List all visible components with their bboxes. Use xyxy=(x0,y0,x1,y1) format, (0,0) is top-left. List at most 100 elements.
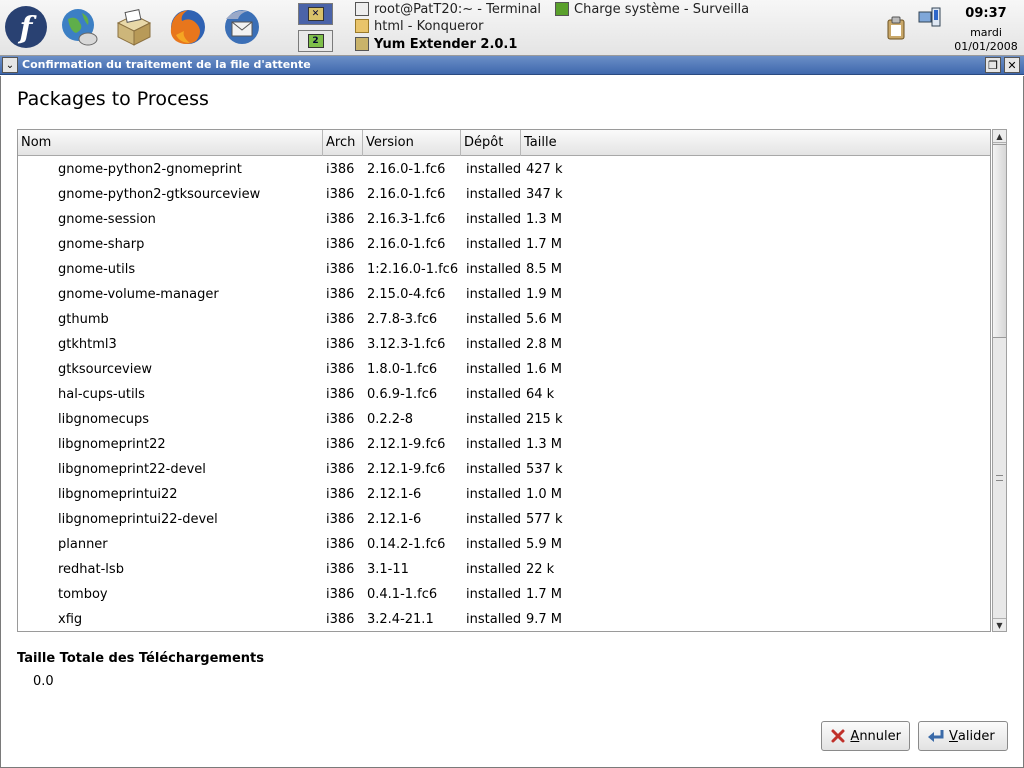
column-header-name[interactable]: Nom xyxy=(18,130,323,156)
taskbar-yumex[interactable]: Yum Extender 2.0.1 xyxy=(355,35,605,53)
table-row[interactable]: gnome-utils i386 1:2.16.0-1.fc6 installed 8.… xyxy=(18,257,990,282)
package-size-cell: 1.6 M xyxy=(526,362,563,377)
package-name-cell: libgnomeprintui22-devel xyxy=(58,512,218,527)
window-titlebar[interactable]: ⌄ Confirmation du traitement de la file … xyxy=(0,56,1024,75)
package-name-cell: gthumb xyxy=(58,312,109,327)
pager-workspace-1[interactable]: ✕ xyxy=(298,3,333,25)
package-name-cell: libgnomeprint22-devel xyxy=(58,462,206,477)
table-row[interactable]: gnome-python2-gtksourceview i386 2.16.0-1.… xyxy=(18,182,990,207)
package-size-cell: 9.7 M xyxy=(526,612,563,627)
package-version-cell: 0.6.9-1.fc6 xyxy=(367,387,438,402)
table-row[interactable]: gnome-volume-manager i386 2.15.0-4.fc6 inst… xyxy=(18,282,990,307)
package-name-cell: redhat-lsb xyxy=(58,562,124,577)
list-scrollbar[interactable]: ▲ ▼ xyxy=(992,129,1007,632)
package-arch-cell: i386 xyxy=(326,437,355,452)
globe-icon[interactable] xyxy=(56,3,104,51)
scroll-down-icon[interactable]: ▼ xyxy=(993,618,1006,631)
table-row[interactable]: xfig i386 3.2.4-21.1 installed 9.7 M xyxy=(18,607,990,631)
package-version-cell: 2.7.8-3.fc6 xyxy=(367,312,438,327)
ok-button[interactable]: Valider xyxy=(918,721,1008,751)
package-arch-cell: i386 xyxy=(326,187,355,202)
taskbar-system-monitor[interactable]: Charge système - Surveilla xyxy=(555,0,750,18)
package-version-cell: 2.12.1-6 xyxy=(367,512,422,527)
cancel-button[interactable]: Annuler xyxy=(821,721,910,751)
yumex-icon xyxy=(355,37,369,51)
package-size-cell: 2.8 M xyxy=(526,337,563,352)
package-name-cell: gnome-python2-gnomeprint xyxy=(58,162,242,177)
table-row[interactable]: libgnomeprintui22-devel i386 2.12.1-6 insta… xyxy=(18,507,990,532)
scrollbar-thumb[interactable] xyxy=(993,144,1006,338)
total-download-label: Taille Totale des Téléchargements xyxy=(17,651,264,666)
table-row[interactable]: libgnomeprintui22 i386 2.12.1-6 installed 1.… xyxy=(18,482,990,507)
table-row[interactable]: gnome-session i386 2.16.3-1.fc6 installed 1.… xyxy=(18,207,990,232)
package-arch-cell: i386 xyxy=(326,237,355,252)
taskbar-yumex-label: Yum Extender 2.0.1 xyxy=(374,36,518,52)
package-version-cell: 3.1-11 xyxy=(367,562,409,577)
ok-mnemonic: V xyxy=(949,728,958,744)
folder-icon xyxy=(355,19,369,33)
column-header-version[interactable]: Version xyxy=(363,130,461,156)
firefox-icon[interactable] xyxy=(164,3,212,51)
package-icon[interactable] xyxy=(110,3,158,51)
table-row[interactable]: gtksourceview i386 1.8.0-1.fc6 installed 1.6… xyxy=(18,357,990,382)
clock-day: mardi xyxy=(970,26,1002,39)
package-arch-cell: i386 xyxy=(326,512,355,527)
package-size-cell: 22 k xyxy=(526,562,555,577)
package-arch-cell: i386 xyxy=(326,362,355,377)
package-arch-cell: i386 xyxy=(326,387,355,402)
package-version-cell: 0.4.1-1.fc6 xyxy=(367,587,438,602)
column-header-repo[interactable]: Dépôt xyxy=(461,130,521,156)
package-repo-cell: installed xyxy=(466,387,522,402)
table-row[interactable]: libgnomecups i386 0.2.2-8 installed 215 k xyxy=(18,407,990,432)
package-arch-cell: i386 xyxy=(326,587,355,602)
table-row[interactable]: tomboy i386 0.4.1-1.fc6 installed 1.7 M xyxy=(18,582,990,607)
taskbar-konqueror[interactable]: html - Konqueror xyxy=(355,17,545,35)
table-row[interactable]: gnome-sharp i386 2.16.0-1.fc6 installed 1.7 … xyxy=(18,232,990,257)
scroll-up-icon[interactable]: ▲ xyxy=(993,130,1006,143)
column-header-size[interactable]: Taille xyxy=(521,130,990,156)
table-row[interactable]: gnome-python2-gnomeprint i386 2.16.0-1.fc6… xyxy=(18,157,990,182)
package-repo-cell: installed xyxy=(466,162,522,177)
package-arch-cell: i386 xyxy=(326,337,355,352)
package-name-cell: gnome-sharp xyxy=(58,237,145,252)
column-header-arch[interactable]: Arch xyxy=(323,130,363,156)
close-button[interactable]: ✕ xyxy=(1004,57,1020,73)
table-row[interactable]: libgnomeprint22-devel i386 2.12.1-9.fc6 ins… xyxy=(18,457,990,482)
table-row[interactable]: gtkhtml3 i386 3.12.3-1.fc6 installed 2.8 M xyxy=(18,332,990,357)
clock-time[interactable]: 09:37 xyxy=(948,6,1024,21)
table-row[interactable]: gthumb i386 2.7.8-3.fc6 installed 5.6 M xyxy=(18,307,990,332)
package-repo-cell: installed xyxy=(466,362,522,377)
table-row[interactable]: planner i386 0.14.2-1.fc6 installed 5.9 M xyxy=(18,532,990,557)
network-icon[interactable] xyxy=(918,6,942,28)
page-title: Packages to Process xyxy=(17,88,209,110)
fedora-icon[interactable]: f xyxy=(2,3,50,51)
package-repo-cell: installed xyxy=(466,212,522,227)
total-download-value: 0.0 xyxy=(33,674,54,689)
table-row[interactable]: libgnomeprint22 i386 2.12.1-9.fc6 installed… xyxy=(18,432,990,457)
package-name-cell: gnome-volume-manager xyxy=(58,287,219,302)
package-list[interactable]: Nom Arch Version Dépôt Taille gnome-pyth… xyxy=(17,129,991,632)
terminal-icon xyxy=(355,2,369,16)
package-name-cell: gnome-python2-gtksourceview xyxy=(58,187,261,202)
window-title: Confirmation du traitement de la file d'… xyxy=(22,58,311,71)
package-arch-cell: i386 xyxy=(326,462,355,477)
package-repo-cell: installed xyxy=(466,512,522,527)
package-name-cell: libgnomeprint22 xyxy=(58,437,166,452)
package-repo-cell: installed xyxy=(466,562,522,577)
restore-button[interactable]: ❐ xyxy=(985,57,1001,73)
package-arch-cell: i386 xyxy=(326,162,355,177)
package-size-cell: 1.0 M xyxy=(526,487,563,502)
taskbar-terminal[interactable]: root@PatT20:~ - Terminal xyxy=(355,0,545,18)
package-arch-cell: i386 xyxy=(326,612,355,627)
package-version-cell: 2.15.0-4.fc6 xyxy=(367,287,446,302)
package-size-cell: 427 k xyxy=(526,162,563,177)
clipboard-icon[interactable] xyxy=(886,16,906,40)
package-arch-cell: i386 xyxy=(326,412,355,427)
thunderbird-icon[interactable] xyxy=(218,3,266,51)
pager-workspace-2[interactable]: 2 xyxy=(298,30,333,52)
window-menu-button[interactable]: ⌄ xyxy=(2,57,18,73)
dialog-body: Packages to Process Nom Arch Version Dép… xyxy=(0,76,1024,768)
table-row[interactable]: hal-cups-utils i386 0.6.9-1.fc6 installed 64… xyxy=(18,382,990,407)
package-repo-cell: installed xyxy=(466,437,522,452)
table-row[interactable]: redhat-lsb i386 3.1-11 installed 22 k xyxy=(18,557,990,582)
